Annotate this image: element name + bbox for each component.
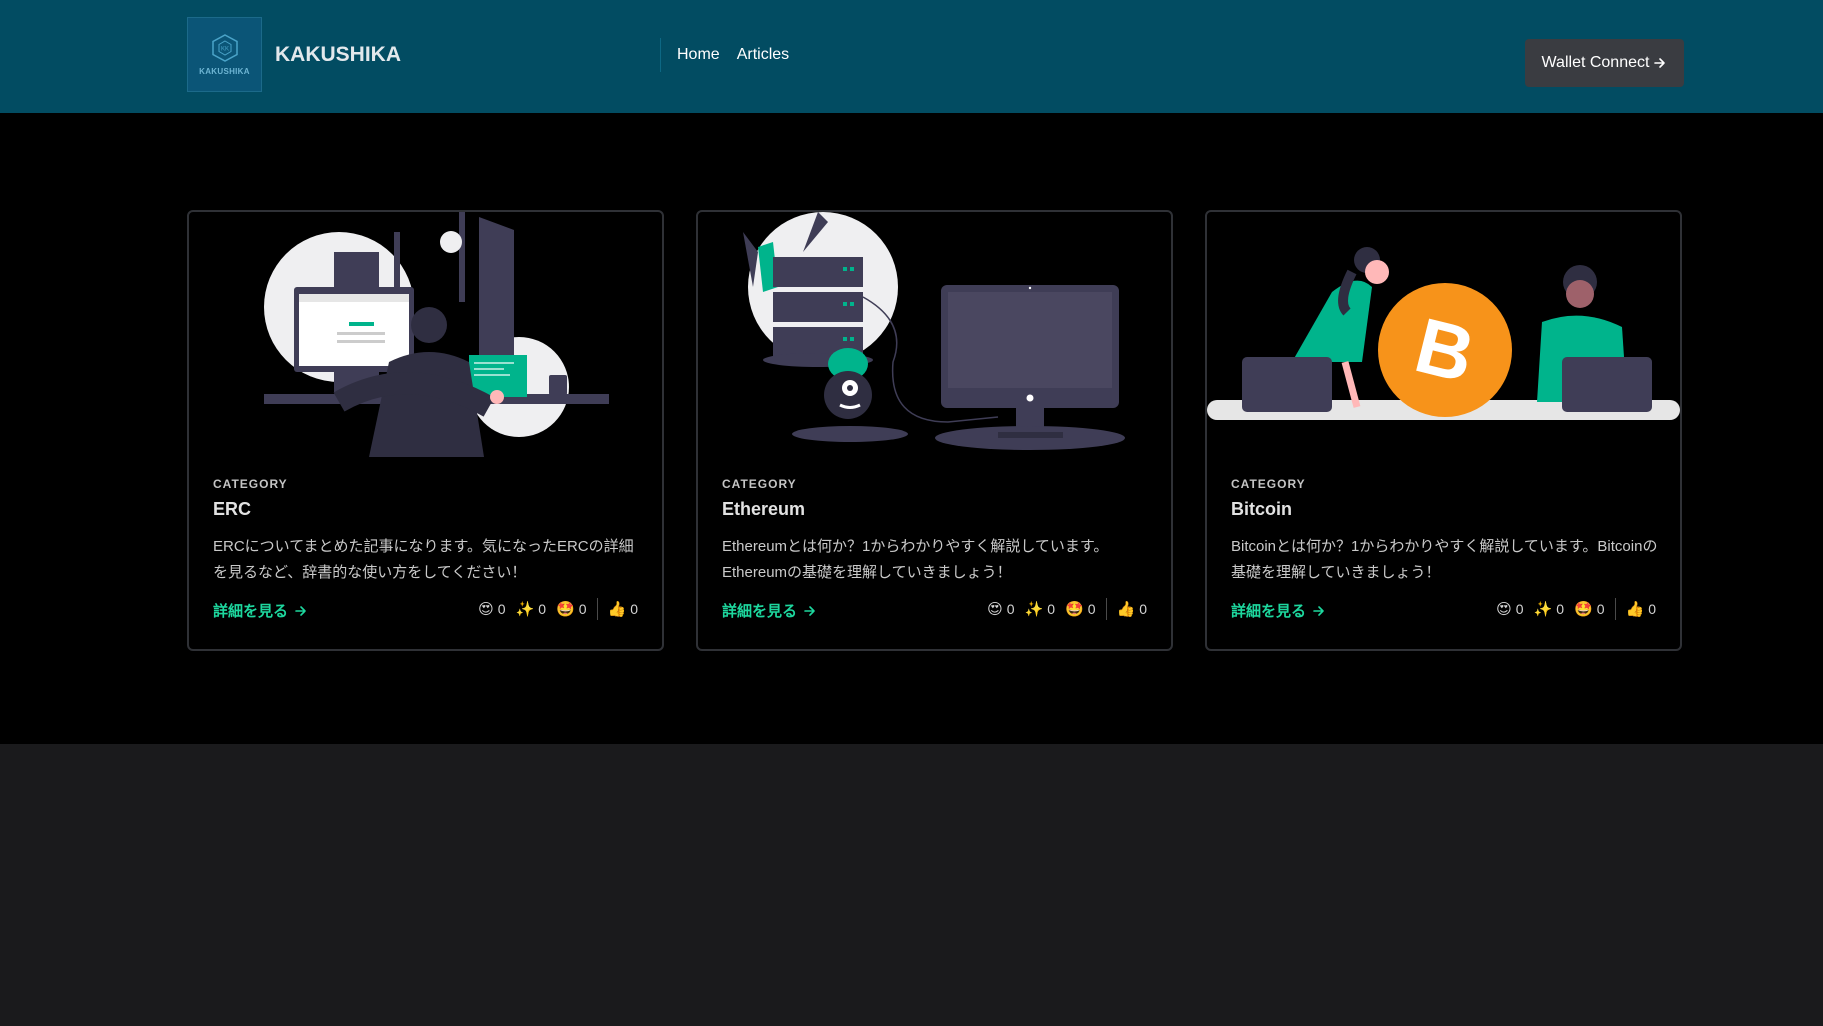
nav-articles-link[interactable]: Articles <box>737 46 789 64</box>
reaction-thumbs-up[interactable]: 👍 0 <box>608 600 638 618</box>
thumbs-up-icon: 👍 <box>607 601 627 618</box>
site-header: KK KAKUSHIKA KAKUSHIKA Home Articles Wal… <box>0 0 1823 113</box>
reactions-bar: 😍 0 ✨ 0 🤩 0 👍 0 <box>987 598 1147 620</box>
reaction-count: 0 <box>497 601 506 617</box>
category-description: Bitcoinとは何か？1からわかりやすく解説しています。Bitcoinの基礎を… <box>1231 538 1658 581</box>
category-card-ethereum[interactable]: CATEGORY Ethereum Ethereumとは何か？1からわかりやすく… <box>696 210 1173 651</box>
arrow-right-icon <box>295 605 306 616</box>
reaction-love[interactable]: 😍 0 <box>478 600 505 618</box>
brand-name[interactable]: KAKUSHIKA <box>275 43 401 67</box>
category-label: CATEGORY <box>213 477 288 491</box>
svg-text:KK: KK <box>220 47 228 53</box>
reactions-bar: 😍 0 ✨ 0 🤩 0 👍 0 <box>478 598 638 620</box>
server-illustration <box>743 212 1125 450</box>
sparkles-icon: ✨ <box>515 601 535 618</box>
category-card-erc[interactable]: CATEGORY ERC ERCについてまとめた記事になります。気になったERC… <box>187 210 664 651</box>
developer-illustration <box>264 212 609 457</box>
wallet-connect-label: Wallet Connect <box>1541 54 1650 71</box>
logo-text: KAKUSHIKA <box>199 67 250 76</box>
wallet-connect-button[interactable]: Wallet Connect <box>1525 39 1684 87</box>
category-description: Ethereumとは何か？1からわかりやすく解説しています。Ethereumの基… <box>722 538 1109 581</box>
star-struck-icon: 🤩 <box>556 601 575 618</box>
reaction-count: 0 <box>1006 601 1015 617</box>
nav-home-link[interactable]: Home <box>677 46 720 64</box>
reaction-love[interactable]: 😍 0 <box>987 600 1014 618</box>
arrow-right-icon <box>1654 58 1666 68</box>
heart-eyes-icon: 😍 <box>987 601 1003 618</box>
view-details-link[interactable]: 詳細を見る <box>1231 600 1326 621</box>
reaction-divider <box>1105 598 1107 620</box>
reaction-sparkles[interactable]: ✨ 0 <box>516 600 546 618</box>
star-struck-icon: 🤩 <box>1065 601 1084 618</box>
main-nav: Home Articles <box>677 46 789 64</box>
main-content: CATEGORY ERC ERCについてまとめた記事になります。気になったERC… <box>0 113 1823 744</box>
arrow-right-icon <box>1313 605 1324 616</box>
bitcoin-illustration: B <box>1207 247 1680 420</box>
thumbs-up-icon: 👍 <box>1625 601 1645 618</box>
reaction-divider <box>1614 598 1616 620</box>
reaction-count: 0 <box>1139 601 1147 617</box>
reaction-count: 0 <box>1515 601 1524 617</box>
reaction-thumbs-up[interactable]: 👍 0 <box>1117 600 1147 618</box>
logo[interactable]: KK KAKUSHIKA <box>187 17 262 92</box>
category-card-bitcoin[interactable]: B CATEGORY Bitcoin Bitcoinとは何か？1からわかりやすく… <box>1205 210 1682 651</box>
reaction-sparkles[interactable]: ✨ 0 <box>1025 600 1055 618</box>
reaction-thumbs-up[interactable]: 👍 0 <box>1626 600 1656 618</box>
star-struck-icon: 🤩 <box>1574 601 1593 618</box>
arrow-right-icon <box>804 605 815 616</box>
category-label: CATEGORY <box>722 477 797 491</box>
heart-eyes-icon: 😍 <box>1496 601 1512 618</box>
category-name: Bitcoin <box>1231 499 1292 519</box>
reaction-count: 0 <box>1047 601 1056 617</box>
hexagon-logo-icon: KK <box>211 34 238 62</box>
category-description: ERCについてまとめた記事になります。気になったERCの詳細を見るなど、辞書的な… <box>213 538 634 581</box>
reactions-bar: 😍 0 ✨ 0 🤩 0 👍 0 <box>1496 598 1656 620</box>
thumbs-up-icon: 👍 <box>1116 601 1136 618</box>
view-details-label: 詳細を見る <box>213 603 289 620</box>
reaction-count: 0 <box>1087 601 1096 617</box>
sparkles-icon: ✨ <box>1024 601 1044 618</box>
reaction-love[interactable]: 😍 0 <box>1496 600 1523 618</box>
reaction-count: 0 <box>1648 601 1656 617</box>
reaction-star-struck[interactable]: 🤩 0 <box>1574 600 1604 618</box>
reaction-count: 0 <box>578 601 587 617</box>
sparkles-icon: ✨ <box>1533 601 1553 618</box>
category-label: CATEGORY <box>1231 477 1306 491</box>
view-details-label: 詳細を見る <box>722 603 798 620</box>
reaction-count: 0 <box>538 601 547 617</box>
reaction-sparkles[interactable]: ✨ 0 <box>1534 600 1564 618</box>
reaction-count: 0 <box>1596 601 1605 617</box>
reaction-count: 0 <box>630 601 638 617</box>
category-name: ERC <box>213 499 252 519</box>
reaction-count: 0 <box>1556 601 1565 617</box>
heart-eyes-icon: 😍 <box>478 601 494 618</box>
view-details-label: 詳細を見る <box>1231 603 1307 620</box>
reaction-divider <box>596 598 598 620</box>
reaction-star-struck[interactable]: 🤩 0 <box>1065 600 1095 618</box>
nav-divider <box>660 38 661 72</box>
view-details-link[interactable]: 詳細を見る <box>722 600 817 621</box>
reaction-star-struck[interactable]: 🤩 0 <box>556 600 586 618</box>
view-details-link[interactable]: 詳細を見る <box>213 600 308 621</box>
category-name: Ethereum <box>722 499 806 519</box>
